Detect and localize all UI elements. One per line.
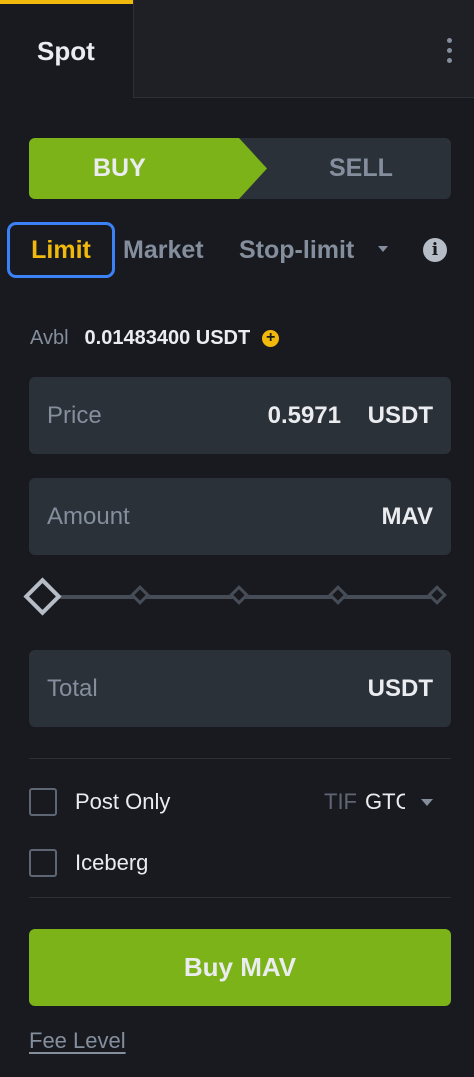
slider-step-75[interactable] — [328, 585, 348, 605]
chevron-down-icon[interactable] — [421, 798, 433, 806]
tab-spot[interactable]: Spot — [0, 0, 133, 98]
tif-label: TIF — [324, 789, 357, 814]
sell-tab-label: SELL — [329, 154, 393, 182]
fee-level-link[interactable]: Fee Level — [29, 1028, 126, 1054]
order-type-limit[interactable]: Limit — [7, 222, 115, 278]
buy-mav-button[interactable]: Buy MAV — [29, 929, 451, 1006]
divider — [29, 897, 451, 898]
price-unit: USDT — [367, 401, 433, 429]
post-only-label: Post Only — [75, 789, 171, 814]
total-unit: USDT — [367, 674, 433, 702]
available-balance: Avbl 0.01483400 USDT + — [30, 323, 280, 353]
divider — [29, 758, 451, 759]
tab-spot-label: Spot — [37, 35, 95, 66]
price-field[interactable]: Price 0.5971 USDT — [29, 377, 451, 454]
sell-tab[interactable]: SELL — [329, 138, 393, 199]
order-type-market[interactable]: Market — [123, 222, 204, 278]
amount-field[interactable]: Amount MAV — [29, 478, 451, 555]
price-value: 0.5971 — [267, 401, 341, 429]
tif-select[interactable]: TIF GTC — [324, 785, 433, 819]
iceberg-checkbox[interactable] — [29, 849, 57, 877]
order-type-tabs: Limit Market Stop-limit i — [7, 222, 467, 280]
iceberg-label: Iceberg — [75, 850, 149, 875]
buy-sell-toggle: BUY SELL — [29, 138, 451, 199]
add-funds-icon[interactable]: + — [262, 329, 280, 347]
buy-tab-label: BUY — [93, 154, 146, 182]
amount-percent-slider[interactable] — [23, 577, 451, 616]
total-label: Total — [47, 674, 98, 702]
amount-unit: MAV — [381, 502, 433, 530]
chevron-down-icon[interactable] — [378, 246, 388, 252]
tif-value: GTC — [365, 789, 405, 814]
amount-label: Amount — [47, 502, 130, 530]
slider-step-50[interactable] — [229, 585, 249, 605]
more-options-icon[interactable] — [446, 38, 454, 68]
available-balance-value: 0.01483400 USDT — [84, 326, 251, 349]
post-only-checkbox[interactable] — [29, 788, 57, 816]
tab-bar: Spot — [0, 0, 474, 98]
total-field[interactable]: Total USDT — [29, 650, 451, 727]
slider-step-100[interactable] — [427, 585, 447, 605]
order-type-stop-limit[interactable]: Stop-limit — [239, 222, 354, 278]
post-only-option[interactable]: Post Only — [29, 785, 170, 819]
buy-tab[interactable]: BUY — [29, 138, 267, 199]
available-balance-label: Avbl — [30, 326, 69, 349]
iceberg-option[interactable]: Iceberg — [29, 846, 148, 880]
tab-bar-empty — [133, 0, 474, 98]
slider-step-25[interactable] — [130, 585, 150, 605]
info-icon[interactable]: i — [423, 238, 447, 262]
slider-handle[interactable] — [23, 577, 62, 616]
price-label: Price — [47, 401, 102, 429]
